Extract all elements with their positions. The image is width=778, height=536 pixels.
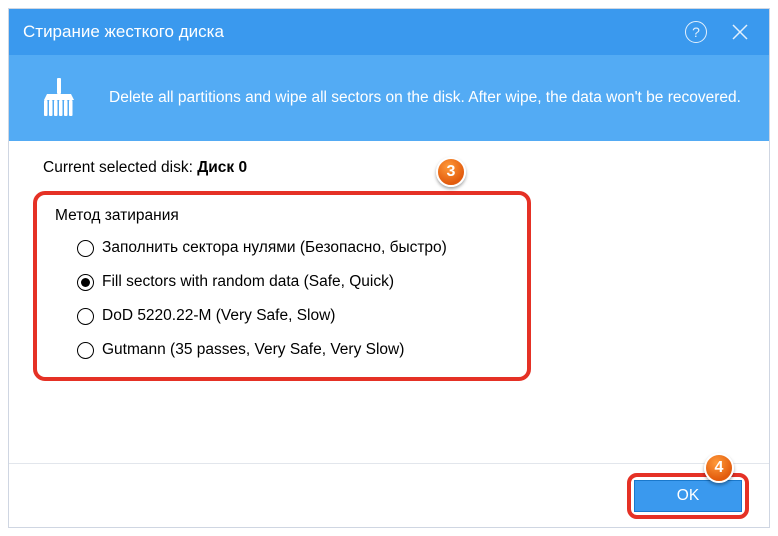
radio-icon[interactable] <box>77 240 94 257</box>
radio-label: Gutmann (35 passes, Very Safe, Very Slow… <box>102 341 404 359</box>
title-bar: Стирание жесткого диска ? <box>9 9 769 55</box>
window-title: Стирание жесткого диска <box>23 22 685 42</box>
radio-icon[interactable] <box>77 274 94 291</box>
ok-button[interactable]: OK <box>634 480 742 512</box>
selected-disk-value: Диск 0 <box>197 159 247 176</box>
radio-label: DoD 5220.22-M (Very Safe, Slow) <box>102 307 335 325</box>
callout-badge-4: 4 <box>704 453 734 483</box>
close-icon[interactable] <box>729 21 751 43</box>
wipe-method-option[interactable]: Fill sectors with random data (Safe, Qui… <box>77 273 509 291</box>
dialog-window: Стирание жесткого диска ? Delete all p <box>8 8 770 528</box>
ok-highlight: OK <box>627 473 749 519</box>
info-banner: Delete all partitions and wipe all secto… <box>9 55 769 141</box>
brush-icon <box>37 76 81 120</box>
banner-text: Delete all partitions and wipe all secto… <box>109 88 741 109</box>
wipe-method-option[interactable]: Gutmann (35 passes, Very Safe, Very Slow… <box>77 341 509 359</box>
wipe-method-option[interactable]: Заполнить сектора нулями (Безопасно, быс… <box>77 239 509 257</box>
help-icon[interactable]: ? <box>685 21 707 43</box>
callout-badge-3: 3 <box>436 157 466 187</box>
radio-icon[interactable] <box>77 342 94 359</box>
radio-label: Fill sectors with random data (Safe, Qui… <box>102 273 394 291</box>
dialog-body: Current selected disk: Диск 0 Метод зати… <box>9 141 769 381</box>
radio-icon[interactable] <box>77 308 94 325</box>
radio-label: Заполнить сектора нулями (Безопасно, быс… <box>102 239 447 257</box>
selected-disk-label: Current selected disk: <box>43 159 197 176</box>
wipe-method-option[interactable]: DoD 5220.22-M (Very Safe, Slow) <box>77 307 509 325</box>
wipe-method-panel: Метод затирания Заполнить сектора нулями… <box>33 191 531 381</box>
wipe-method-title: Метод затирания <box>55 207 509 225</box>
selected-disk-line: Current selected disk: Диск 0 <box>43 159 745 177</box>
dialog-footer: OK <box>9 463 769 527</box>
